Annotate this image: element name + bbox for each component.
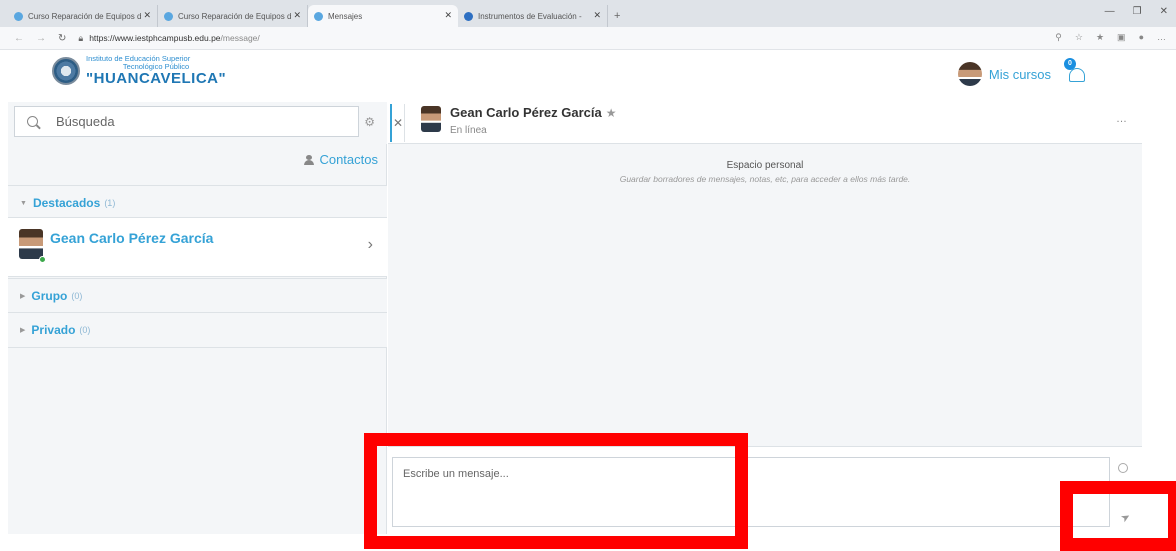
minimize-icon[interactable]: — <box>1105 6 1115 17</box>
lock-icon: 🔒︎ <box>78 32 84 43</box>
emblem-icon <box>52 56 80 85</box>
browser-tab-active[interactable]: Mensajes ✕ <box>308 5 458 27</box>
close-tab-icon[interactable]: ✕ <box>593 10 601 21</box>
browser-tab[interactable]: Instrumentos de Evaluación - ✕ <box>458 5 608 27</box>
close-tab-icon[interactable]: ✕ <box>444 10 452 21</box>
favorites-icon[interactable]: ★ <box>1096 32 1104 43</box>
search-input[interactable] <box>56 114 336 129</box>
mis-cursos-link[interactable]: Mis cursos <box>989 67 1051 82</box>
user-menu[interactable]: Mis cursos <box>957 62 1051 86</box>
gear-icon[interactable]: ⚙ <box>364 115 375 129</box>
window-controls: — ❐ ✕ <box>1105 6 1168 17</box>
notification-badge: 0 <box>1064 58 1076 70</box>
contacts-link[interactable]: Contactos <box>304 152 378 167</box>
chevron-right-icon: › <box>367 236 373 253</box>
section-privado[interactable]: ▶ Privado (0) <box>8 312 387 348</box>
browser-toolbar: ⚲ ☆ ★ ▣ ● … <box>1055 32 1166 43</box>
collections-icon[interactable]: ▣ <box>1117 32 1126 43</box>
avatar <box>421 106 441 132</box>
favicon-icon <box>164 11 173 21</box>
emoji-icon[interactable] <box>1118 463 1128 473</box>
institute-logo[interactable]: Instituto de Educación Superior Tecnológ… <box>52 55 226 87</box>
caret-right-icon: ▶ <box>20 293 26 300</box>
caret-down-icon: ▼ <box>20 199 27 207</box>
caret-right-icon: ▶ <box>20 327 26 334</box>
favorite-star-icon[interactable]: ☆ <box>1075 32 1083 43</box>
search-box[interactable] <box>14 106 359 137</box>
zoom-icon[interactable]: ⚲ <box>1055 32 1062 43</box>
section-grupo[interactable]: ▶ Grupo (0) <box>8 278 387 313</box>
contact-status: En línea <box>450 125 487 136</box>
section-destacados[interactable]: ▼ Destacados (1) <box>8 185 387 220</box>
site-header: Instituto de Educación Superior Tecnológ… <box>0 50 1176 102</box>
url-field[interactable]: https://www.iestphcampusb.edu.pe/message… <box>89 33 260 43</box>
browser-tab[interactable]: Curso Reparación de Equipos d ✕ <box>8 5 158 27</box>
conversation-header: ✕ Gean Carlo Pérez García ★ En línea … <box>388 102 1142 144</box>
close-window-icon[interactable]: ✕ <box>1160 6 1168 17</box>
search-icon <box>27 116 38 127</box>
avatar <box>19 229 43 259</box>
person-icon <box>304 154 315 165</box>
restore-icon[interactable]: ❐ <box>1133 6 1142 17</box>
close-conversation-button[interactable]: ✕ <box>390 104 405 142</box>
favicon-icon <box>314 11 323 21</box>
notifications-button[interactable]: 0 <box>1064 58 1088 84</box>
bell-icon <box>1069 68 1085 82</box>
favicon-icon <box>464 11 473 21</box>
personal-space-description: Guardar borradores de mensajes, notas, e… <box>619 174 911 184</box>
menu-icon[interactable]: … <box>1157 32 1166 43</box>
close-tab-icon[interactable]: ✕ <box>293 10 301 21</box>
profile-icon[interactable]: ● <box>1139 32 1144 43</box>
annotation-highlight-send-button <box>1060 481 1176 551</box>
conversation-item[interactable]: Gean Carlo Pérez García › <box>8 217 387 277</box>
online-indicator-icon <box>39 256 46 263</box>
forward-icon[interactable]: → <box>36 33 46 44</box>
more-options-icon[interactable]: … <box>1116 113 1128 125</box>
back-icon[interactable]: ← <box>14 33 24 44</box>
conversation-name: Gean Carlo Pérez García <box>50 230 214 246</box>
close-icon: ✕ <box>392 116 404 130</box>
annotation-highlight-message-box <box>364 433 748 549</box>
refresh-icon[interactable]: ↻ <box>58 33 66 44</box>
avatar <box>957 62 982 86</box>
messages-sidebar: ⚙ Contactos ▼ Destacados (1) Gean Carlo … <box>8 102 387 534</box>
conversation-body: Espacio personal Guardar borradores de m… <box>388 144 1142 444</box>
contact-name[interactable]: Gean Carlo Pérez García ★ <box>450 105 617 120</box>
close-tab-icon[interactable]: ✕ <box>143 10 151 21</box>
address-bar: ← → ↻ 🔒︎ https://www.iestphcampusb.edu.p… <box>0 27 1176 50</box>
search-row: ⚙ <box>8 102 387 144</box>
new-tab-icon[interactable]: + <box>614 10 620 22</box>
browser-tab[interactable]: Curso Reparación de Equipos d ✕ <box>158 5 308 27</box>
browser-tab-strip: Curso Reparación de Equipos d ✕ Curso Rep… <box>0 0 1176 27</box>
star-icon[interactable]: ★ <box>606 106 617 120</box>
personal-space-title: Espacio personal <box>726 160 804 171</box>
favicon-icon <box>14 11 23 21</box>
